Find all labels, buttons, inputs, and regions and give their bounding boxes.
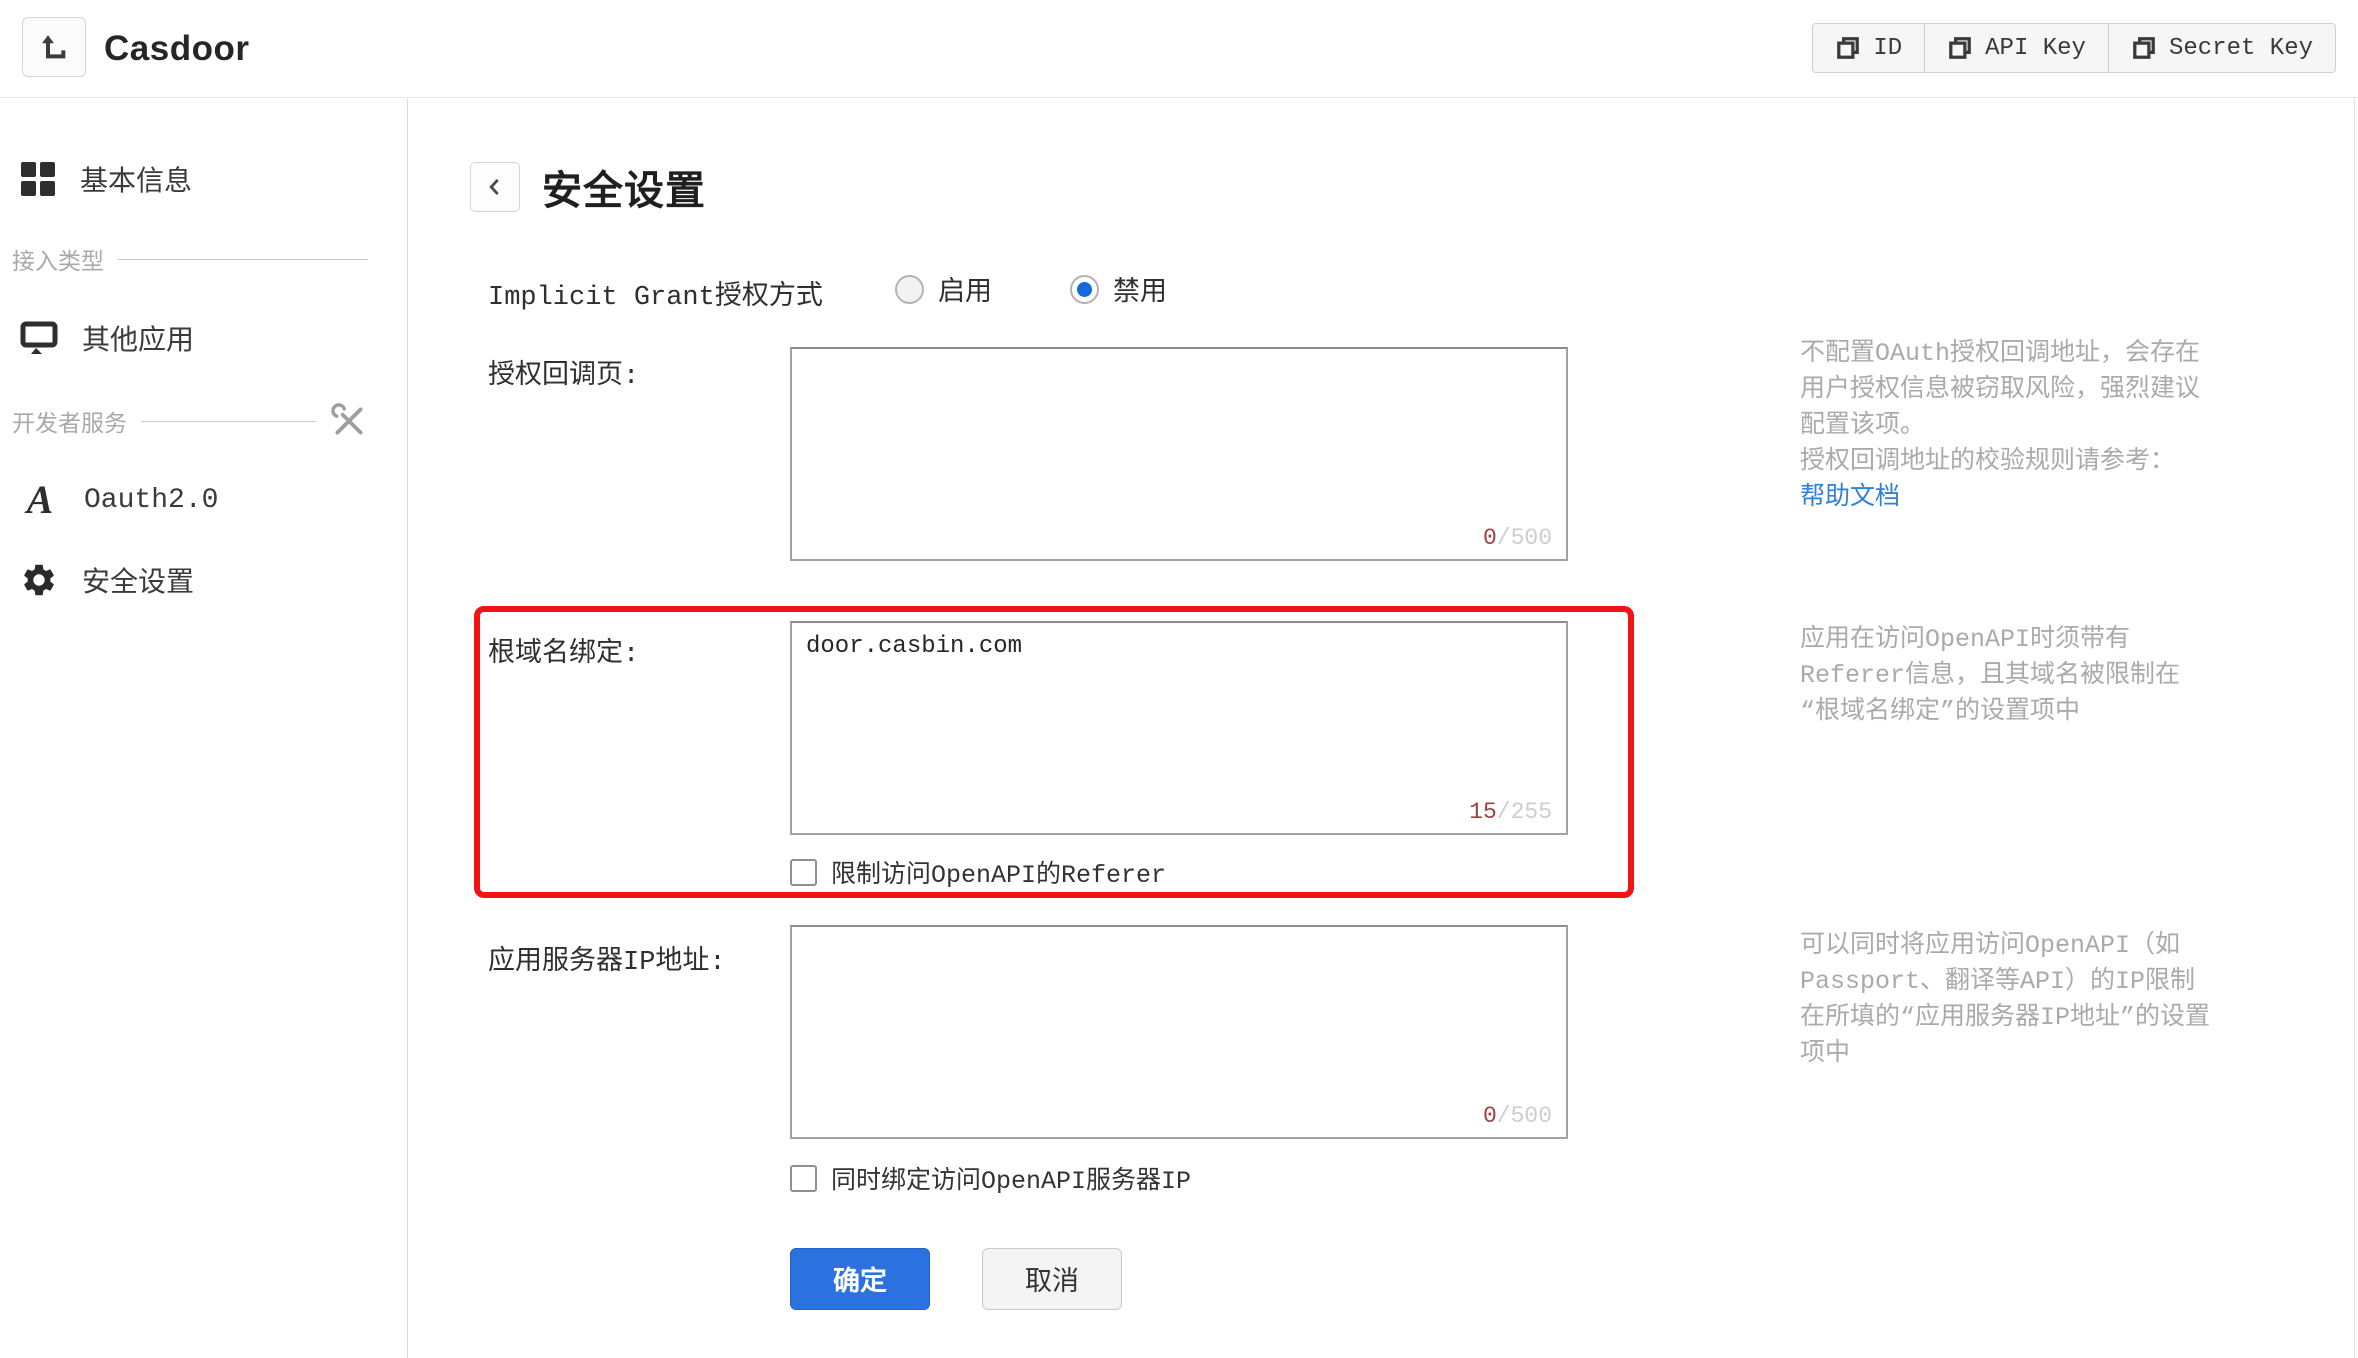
page-title: 安全设置 [542, 169, 706, 213]
callback-help-text: 不配置OAuth授权回调地址，会存在用户授权信息被窃取风险，强烈建议配置该项。 … [1800, 336, 2210, 516]
radio-option-enable[interactable]: 启用 [895, 269, 992, 309]
server-ip-used-count: 0 [1482, 1103, 1497, 1129]
callback-char-counter: 0/500 [1483, 525, 1552, 551]
sidebar-item-label: Oauth2.0 [84, 484, 219, 516]
implicit-grant-radio-group: 启用 禁用 [895, 269, 1167, 309]
copy-api-key-button[interactable]: API Key [1924, 24, 2108, 72]
copy-icon [2131, 35, 2157, 61]
radio-enable-label: 启用 [938, 279, 992, 309]
callback-pages-textarea[interactable]: 0/500 [790, 347, 1568, 561]
checkbox-unchecked-icon[interactable] [790, 858, 817, 886]
cancel-button[interactable]: 取消 [982, 1248, 1122, 1310]
sidebar-item-security-settings[interactable]: 安全设置 [20, 556, 194, 604]
gear-icon [20, 561, 58, 599]
callback-help-line2: 授权回调地址的校验规则请参考： [1800, 447, 2176, 476]
sidebar-item-label: 其他应用 [82, 327, 195, 358]
sidebar-group-developer-services: 开发者服务 [12, 402, 368, 440]
home-up-button[interactable] [22, 17, 86, 77]
api-icon: A [26, 477, 54, 522]
callback-used-count: 0 [1482, 525, 1497, 551]
sidebar-item-basic-info[interactable]: 基本信息 [20, 155, 192, 203]
tools-icon [330, 402, 368, 440]
radio-checked-icon [1070, 274, 1099, 304]
bind-openapi-ip-checkbox-row[interactable]: 同时绑定访问OpenAPI服务器IP [790, 1160, 1191, 1196]
divider-line [141, 420, 316, 422]
chevron-left-icon [482, 174, 508, 200]
root-domain-value: door.casbin.com [806, 633, 1023, 660]
server-ip-help-text: 可以同时将应用访问OpenAPI（如Passport、翻译等API）的IP限制在… [1800, 928, 2210, 1072]
back-button[interactable] [470, 162, 520, 212]
referer-restrict-checkbox-label: 限制访问OpenAPI的Referer [831, 861, 1167, 890]
server-ip-textarea[interactable]: 0/500 [790, 925, 1568, 1139]
sidebar-group-label: 开发者服务 [12, 412, 127, 438]
radio-option-disable[interactable]: 禁用 [1070, 269, 1167, 309]
server-ip-value [792, 927, 1566, 947]
implicit-grant-label: Implicit Grant授权方式 [488, 283, 823, 313]
root-domain-char-counter: 15/255 [1469, 799, 1552, 825]
server-ip-max-count: /500 [1496, 1103, 1552, 1129]
sidebar-group-label: 接入类型 [12, 250, 104, 276]
root-domain-help-line: 应用在访问OpenAPI时须带有Referer信息，且其域名被限制在 “根域名绑… [1800, 625, 2181, 726]
top-header: Casdoor ID API Key Secret Key [0, 0, 2358, 98]
sidebar-group-access-type: 接入类型 [12, 242, 368, 276]
copy-secret-key-button[interactable]: Secret Key [2107, 24, 2335, 72]
server-ip-char-counter: 0/500 [1483, 1103, 1552, 1129]
root-domain-help-text: 应用在访问OpenAPI时须带有Referer信息，且其域名被限制在 “根域名绑… [1800, 622, 2210, 730]
grid-icon [20, 161, 56, 197]
copy-id-button[interactable]: ID [1813, 24, 1925, 72]
copy-button-group: ID API Key Secret Key [1812, 23, 2336, 73]
help-doc-link[interactable]: 帮助文档 [1800, 483, 1900, 512]
copy-secret-key-label: Secret Key [2168, 34, 2313, 62]
sidebar-item-label: 基本信息 [80, 168, 193, 199]
bind-openapi-ip-checkbox-label: 同时绑定访问OpenAPI服务器IP [831, 1167, 1192, 1196]
sidebar: 基本信息 接入类型 其他应用 开发者服务 A Oauth2.0 安全设置 [0, 99, 408, 1358]
level-up-arrow-icon [37, 31, 71, 63]
sidebar-item-label: 安全设置 [82, 569, 195, 600]
app-title: Casdoor [104, 29, 250, 68]
sidebar-item-oauth2[interactable]: A Oauth2.0 [20, 476, 219, 524]
root-domain-textarea[interactable]: door.casbin.com 15/255 [790, 621, 1568, 835]
copy-icon [1835, 35, 1861, 61]
root-domain-label: 根域名绑定: [488, 640, 640, 670]
page-title-row: 安全设置 [470, 158, 706, 216]
root-domain-used-count: 15 [1469, 799, 1497, 825]
callback-max-count: /500 [1496, 525, 1552, 551]
monitor-icon [20, 321, 58, 355]
divider-line [118, 258, 368, 260]
referer-restrict-checkbox-row[interactable]: 限制访问OpenAPI的Referer [790, 854, 1166, 890]
ok-button[interactable]: 确定 [790, 1248, 930, 1310]
radio-disable-label: 禁用 [1113, 279, 1167, 309]
callback-pages-label: 授权回调页: [488, 362, 640, 392]
form-actions: 确定 取消 [790, 1248, 1122, 1310]
copy-id-label: ID [1873, 34, 1903, 62]
main-content: 安全设置 Implicit Grant授权方式 启用 禁用 授权回调页: 0/5… [409, 99, 2358, 1358]
checkbox-unchecked-icon[interactable] [790, 1164, 817, 1192]
root-domain-max-count: /255 [1496, 799, 1552, 825]
callback-pages-value [792, 349, 1566, 369]
copy-api-key-label: API Key [1985, 34, 2086, 62]
radio-unchecked-icon [895, 274, 924, 304]
copy-icon [1947, 35, 1973, 61]
server-ip-label: 应用服务器IP地址: [488, 948, 726, 978]
sidebar-item-other-apps[interactable]: 其他应用 [20, 314, 194, 362]
server-ip-help-line: 可以同时将应用访问OpenAPI（如Passport、翻译等API）的IP限制在… [1800, 931, 2211, 1068]
callback-help-line1: 不配置OAuth授权回调地址，会存在用户授权信息被窃取风险，强烈建议配置该项。 [1800, 339, 2201, 440]
